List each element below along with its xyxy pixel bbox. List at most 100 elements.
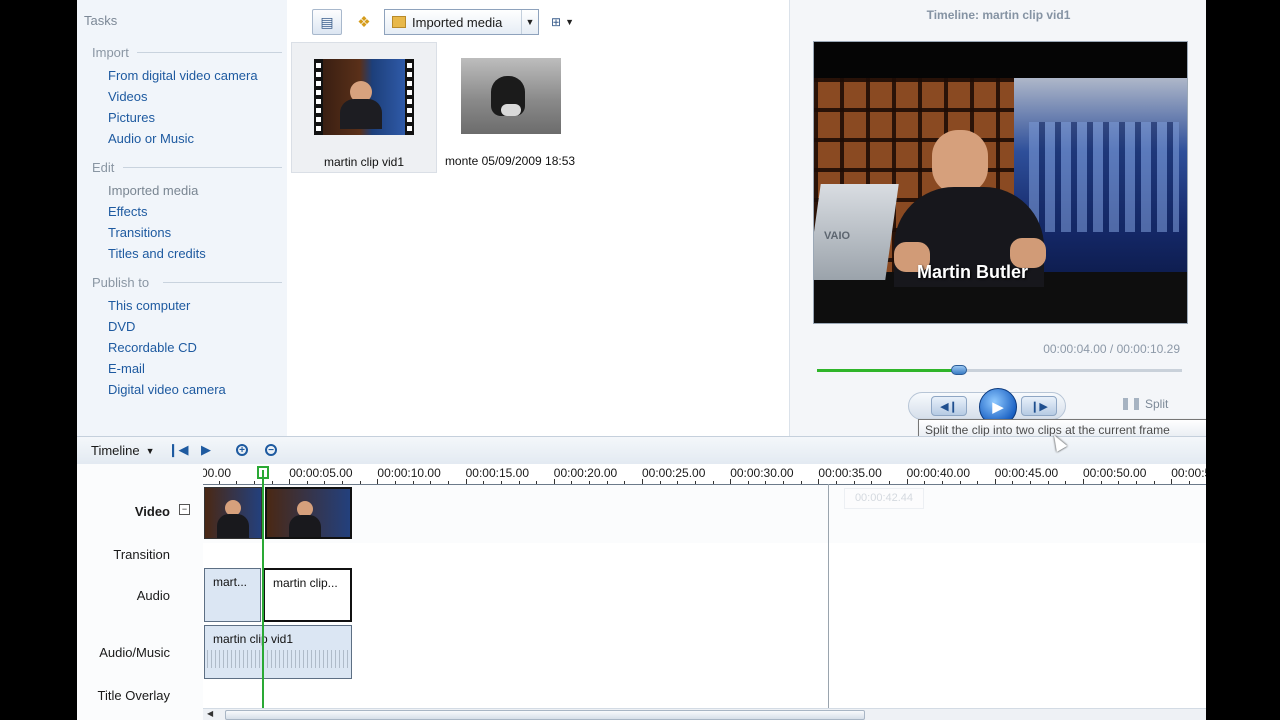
ruler-tick-label: 00:00:30.00 bbox=[730, 466, 794, 480]
publish-camera-link[interactable]: Digital video camera bbox=[108, 382, 226, 397]
ruler-tick-mark bbox=[430, 481, 432, 484]
ruler-tick-mark bbox=[1153, 481, 1155, 484]
ruler-tick-mark bbox=[289, 479, 291, 484]
split-icon bbox=[1123, 398, 1139, 410]
show-tasks-button[interactable]: ▤ bbox=[312, 9, 342, 35]
audio-clip[interactable]: martin clip... bbox=[263, 568, 352, 622]
ruler-tick-mark bbox=[853, 481, 855, 484]
seek-bar-progress bbox=[817, 369, 960, 372]
ruler-tick-mark bbox=[1012, 481, 1014, 484]
folder-icon bbox=[392, 16, 406, 28]
audio-clip[interactable]: mart... bbox=[204, 568, 261, 622]
timeline-horizontal-scrollbar[interactable]: ◀ bbox=[203, 708, 1206, 720]
seek-bar[interactable] bbox=[817, 365, 1182, 375]
transition-track[interactable] bbox=[203, 543, 1206, 567]
ruler-tick-mark bbox=[888, 481, 890, 484]
picture-thumbnail bbox=[461, 58, 561, 134]
ruler-tick-mark bbox=[818, 479, 820, 484]
audio-track[interactable]: mart... martin clip... bbox=[203, 566, 1206, 624]
publish-cd-link[interactable]: Recordable CD bbox=[108, 340, 197, 355]
ruler-tick-mark bbox=[1118, 481, 1120, 484]
edit-transitions-link[interactable]: Transitions bbox=[108, 225, 171, 240]
scrollbar-thumb[interactable] bbox=[225, 710, 865, 720]
scroll-left-icon[interactable]: ◀ bbox=[207, 709, 213, 718]
ruler-tick-label: 00:00:15.00 bbox=[465, 466, 529, 480]
ruler-tick-mark bbox=[571, 481, 573, 484]
ruler-tick-mark bbox=[836, 481, 838, 484]
ruler-tick-mark bbox=[659, 481, 661, 484]
collection-dropdown[interactable]: Imported media ▼ bbox=[384, 9, 539, 35]
seek-bar-thumb[interactable] bbox=[951, 365, 968, 375]
publish-dvd-link[interactable]: DVD bbox=[108, 319, 135, 334]
divider bbox=[137, 52, 282, 53]
filmstrip-edge bbox=[405, 59, 414, 135]
ruler-tick-mark bbox=[712, 481, 714, 484]
play-timeline-button[interactable]: ▶ bbox=[197, 441, 215, 459]
ruler-tick-mark bbox=[747, 481, 749, 484]
tasks-pane: Tasks Import From digital video camera V… bbox=[77, 0, 287, 436]
import-folder-icon[interactable]: ❖ bbox=[351, 9, 377, 35]
import-pictures-link[interactable]: Pictures bbox=[108, 110, 155, 125]
audio-waveform bbox=[207, 650, 349, 668]
ruler-tick-mark bbox=[624, 481, 626, 484]
ruler-tick-mark bbox=[783, 481, 785, 484]
chevron-down-icon: ▼ bbox=[521, 10, 538, 34]
zoom-in-icon: + bbox=[236, 444, 248, 456]
media-item[interactable]: monte 05/09/2009 18:53 bbox=[437, 42, 583, 173]
play-icon: ▶ bbox=[992, 399, 1004, 416]
ruler-tick-mark bbox=[483, 481, 485, 484]
import-from-camera-link[interactable]: From digital video camera bbox=[108, 68, 258, 83]
timeline-view-label: Timeline bbox=[91, 443, 140, 458]
publish-email-link[interactable]: E-mail bbox=[108, 361, 145, 376]
rewind-timeline-button[interactable]: ❙◀ bbox=[168, 441, 189, 459]
title-overlay-track[interactable] bbox=[203, 680, 1206, 709]
ruler-tick-mark bbox=[906, 479, 908, 484]
transport-controls: ◀❙ ▶ ❙▶ bbox=[908, 388, 1066, 426]
next-frame-button[interactable]: ❙▶ bbox=[1021, 396, 1057, 416]
ruler-tick-label: 00.00 bbox=[203, 466, 232, 480]
timeline-view-dropdown[interactable]: Timeline ▼ bbox=[91, 443, 155, 458]
ruler-tick-mark bbox=[800, 481, 802, 484]
video-clip[interactable] bbox=[265, 487, 352, 539]
zoom-in-button[interactable]: + bbox=[233, 441, 251, 459]
ruler-tick-mark bbox=[465, 479, 467, 484]
video-track[interactable] bbox=[203, 485, 1206, 544]
publish-group-title: Publish to bbox=[92, 275, 150, 290]
divider bbox=[123, 167, 282, 168]
import-videos-link[interactable]: Videos bbox=[108, 89, 148, 104]
ruler-tick-mark bbox=[977, 481, 979, 484]
ruler-tick-mark bbox=[606, 481, 608, 484]
tasks-pane-icon: ▤ bbox=[320, 13, 334, 30]
ruler-tick-mark bbox=[500, 481, 502, 484]
split-button[interactable]: Split bbox=[1123, 397, 1168, 411]
time-ruler[interactable]: 00.00 00:00:05.00 00:00:10.00 00:00:15.00 00… bbox=[203, 464, 1206, 485]
ruler-tick-mark bbox=[994, 479, 996, 484]
collapse-video-track-button[interactable]: − bbox=[179, 504, 190, 515]
audio-music-track[interactable]: martin clip vid1 bbox=[203, 623, 1206, 681]
import-audio-link[interactable]: Audio or Music bbox=[108, 131, 194, 146]
ruler-tick-mark bbox=[765, 481, 767, 484]
music-clip[interactable]: martin clip vid1 bbox=[204, 625, 352, 679]
view-options-button[interactable]: ⊞ ▼ bbox=[551, 12, 583, 32]
ruler-tick-mark bbox=[536, 481, 538, 484]
hover-position-line bbox=[828, 484, 829, 720]
edit-imported-media-link[interactable]: Imported media bbox=[108, 183, 198, 198]
ruler-tick-label: 00:00:40.00 bbox=[906, 466, 970, 480]
media-item[interactable]: martin clip vid1 bbox=[291, 42, 437, 173]
video-clip[interactable] bbox=[204, 487, 262, 539]
ruler-tick-mark bbox=[1065, 481, 1067, 484]
zoom-out-button[interactable]: − bbox=[262, 441, 280, 459]
publish-computer-link[interactable]: This computer bbox=[108, 298, 190, 313]
ruler-tick-label: 00:00:45.00 bbox=[994, 466, 1059, 480]
ruler-tick-mark bbox=[553, 479, 555, 484]
track-label-transition: Transition bbox=[113, 547, 170, 562]
edit-titles-link[interactable]: Titles and credits bbox=[108, 246, 206, 261]
music-clip-label: martin clip vid1 bbox=[213, 632, 294, 646]
playhead-line[interactable] bbox=[262, 470, 264, 720]
ruler-tick-mark bbox=[677, 481, 679, 484]
edit-effects-link[interactable]: Effects bbox=[108, 204, 148, 219]
previous-frame-button[interactable]: ◀❙ bbox=[931, 396, 967, 416]
ruler-tick-label: 00:00:55.00 bbox=[1171, 466, 1206, 480]
ruler-tick-label: 00:00:25.00 bbox=[642, 466, 706, 480]
play-icon: ▶ bbox=[201, 442, 211, 457]
